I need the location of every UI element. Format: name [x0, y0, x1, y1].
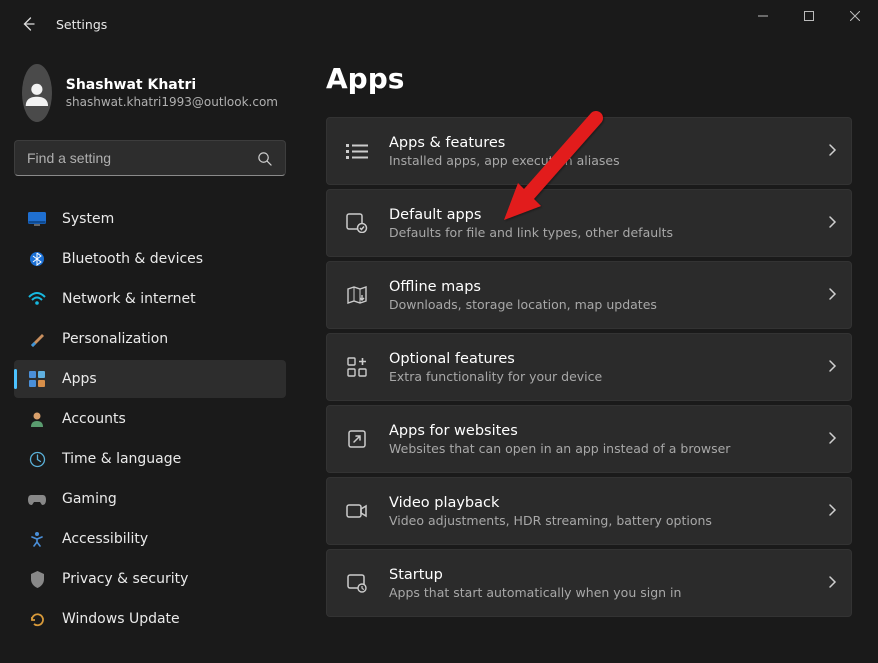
card-desc: Installed apps, app execution aliases: [389, 153, 808, 168]
close-button[interactable]: [832, 0, 878, 32]
sidebar-item-label: Time & language: [62, 451, 181, 467]
sidebar-item-label: Network & internet: [62, 291, 196, 307]
sidebar-item-time-language[interactable]: Time & language: [14, 440, 286, 478]
main-content: Apps Apps & features Installed apps, app…: [300, 48, 878, 663]
sidebar-item-label: Apps: [62, 371, 97, 387]
person-icon: [28, 410, 46, 428]
sidebar-item-system[interactable]: System: [14, 200, 286, 238]
card-title: Default apps: [389, 207, 808, 223]
card-desc: Extra functionality for your device: [389, 369, 808, 384]
apps-icon: [28, 370, 46, 388]
sidebar-item-windows-update[interactable]: Windows Update: [14, 600, 286, 638]
sidebar-nav: System Bluetooth & devices Network & int…: [14, 200, 286, 638]
card-startup[interactable]: Startup Apps that start automatically wh…: [326, 549, 852, 617]
card-list: Apps & features Installed apps, app exec…: [326, 117, 852, 617]
sidebar-item-accessibility[interactable]: Accessibility: [14, 520, 286, 558]
sidebar-item-label: Windows Update: [62, 611, 180, 627]
card-video-playback[interactable]: Video playback Video adjustments, HDR st…: [326, 477, 852, 545]
search-button[interactable]: [249, 143, 279, 173]
chevron-right-icon: [828, 286, 837, 305]
sidebar-item-privacy[interactable]: Privacy & security: [14, 560, 286, 598]
sidebar-item-label: Privacy & security: [62, 571, 188, 587]
map-icon: [345, 283, 369, 307]
sidebar-item-label: Accessibility: [62, 531, 148, 547]
chevron-right-icon: [828, 574, 837, 593]
card-title: Video playback: [389, 495, 808, 511]
sidebar: Shashwat Khatri shashwat.khatri1993@outl…: [0, 48, 300, 663]
paintbrush-icon: [28, 330, 46, 348]
titlebar: Settings: [0, 0, 878, 48]
back-arrow-icon: [20, 16, 36, 32]
profile-block[interactable]: Shashwat Khatri shashwat.khatri1993@outl…: [14, 56, 286, 132]
card-desc: Websites that can open in an app instead…: [389, 441, 808, 456]
sidebar-item-label: System: [62, 211, 114, 227]
video-icon: [345, 499, 369, 523]
sidebar-item-label: Bluetooth & devices: [62, 251, 203, 267]
search-icon: [257, 151, 272, 166]
search-input[interactable]: [27, 150, 249, 166]
page-title: Apps: [326, 62, 852, 95]
wifi-icon: [28, 290, 46, 308]
gamepad-icon: [28, 490, 46, 508]
card-desc: Video adjustments, HDR streaming, batter…: [389, 513, 808, 528]
card-title: Optional features: [389, 351, 808, 367]
sidebar-item-apps[interactable]: Apps: [14, 360, 286, 398]
profile-name: Shashwat Khatri: [66, 77, 278, 93]
sidebar-item-gaming[interactable]: Gaming: [14, 480, 286, 518]
card-title: Startup: [389, 567, 808, 583]
card-desc: Apps that start automatically when you s…: [389, 585, 808, 600]
window-title: Settings: [56, 17, 107, 32]
sidebar-item-personalization[interactable]: Personalization: [14, 320, 286, 358]
sidebar-item-label: Accounts: [62, 411, 126, 427]
clock-globe-icon: [28, 450, 46, 468]
card-desc: Defaults for file and link types, other …: [389, 225, 808, 240]
bluetooth-icon: [28, 250, 46, 268]
card-apps-websites[interactable]: Apps for websites Websites that can open…: [326, 405, 852, 473]
chevron-right-icon: [828, 430, 837, 449]
chevron-right-icon: [828, 142, 837, 161]
open-in-app-icon: [345, 427, 369, 451]
sidebar-item-label: Gaming: [62, 491, 117, 507]
minimize-button[interactable]: [740, 0, 786, 32]
card-desc: Downloads, storage location, map updates: [389, 297, 808, 312]
chevron-right-icon: [828, 358, 837, 377]
card-offline-maps[interactable]: Offline maps Downloads, storage location…: [326, 261, 852, 329]
avatar: [22, 64, 52, 122]
sidebar-item-label: Personalization: [62, 331, 168, 347]
sidebar-item-network[interactable]: Network & internet: [14, 280, 286, 318]
card-title: Offline maps: [389, 279, 808, 295]
window-controls: [740, 0, 878, 40]
sidebar-item-bluetooth[interactable]: Bluetooth & devices: [14, 240, 286, 278]
maximize-button[interactable]: [786, 0, 832, 32]
update-icon: [28, 610, 46, 628]
card-title: Apps & features: [389, 135, 808, 151]
accessibility-icon: [28, 530, 46, 548]
card-optional-features[interactable]: Optional features Extra functionality fo…: [326, 333, 852, 401]
chevron-right-icon: [828, 502, 837, 521]
chevron-right-icon: [828, 214, 837, 233]
list-icon: [345, 139, 369, 163]
search-box[interactable]: [14, 140, 286, 176]
sidebar-item-accounts[interactable]: Accounts: [14, 400, 286, 438]
shield-icon: [28, 570, 46, 588]
card-default-apps[interactable]: Default apps Defaults for file and link …: [326, 189, 852, 257]
startup-icon: [345, 571, 369, 595]
features-icon: [345, 355, 369, 379]
profile-email: shashwat.khatri1993@outlook.com: [66, 95, 278, 109]
back-button[interactable]: [8, 4, 48, 44]
card-title: Apps for websites: [389, 423, 808, 439]
card-apps-features[interactable]: Apps & features Installed apps, app exec…: [326, 117, 852, 185]
default-apps-icon: [345, 211, 369, 235]
monitor-icon: [28, 210, 46, 228]
